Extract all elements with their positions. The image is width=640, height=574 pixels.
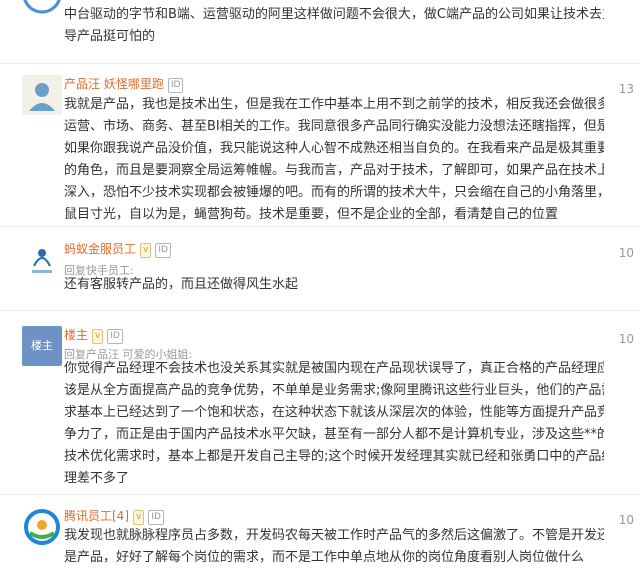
avatar[interactable]	[22, 240, 62, 280]
avatar-icon	[23, 0, 61, 14]
avatar[interactable]: 楼主	[22, 326, 62, 366]
level-badge: v	[133, 510, 145, 525]
author-name[interactable]: 产品汪 妖怪哪里跑	[64, 77, 164, 91]
author-name[interactable]: 蚂蚁金服员工	[64, 242, 136, 256]
comment-text: 中台驱动的字节和B端、运营驱动的阿里这样做问题不会很大，做C端产品的公司如果让技…	[64, 7, 604, 44]
id-badge: ID	[167, 78, 184, 93]
id-badge: ID	[155, 243, 171, 258]
id-badge: ID	[107, 329, 123, 344]
comment-text: 你觉得产品经理不会技术也没关系其实就是被国内现在产品现状误导了，真正合格的产品经…	[64, 361, 604, 486]
like-count[interactable]: 10	[619, 332, 634, 346]
divider	[0, 63, 640, 64]
avatar[interactable]	[22, 0, 62, 14]
id-badge: ID	[148, 510, 164, 525]
tencent-logo-icon	[24, 509, 60, 545]
avatar-label: 楼主	[31, 339, 53, 352]
like-count[interactable]: 10	[619, 513, 634, 527]
comment-author[interactable]: 腾讯员工[4] v ID	[64, 507, 164, 525]
comment-author[interactable]: 楼主 v ID	[64, 326, 123, 344]
like-count[interactable]: 10	[619, 246, 634, 260]
level-badge: v	[140, 243, 152, 258]
author-name[interactable]: 楼主	[64, 328, 88, 342]
user-icon	[29, 83, 55, 111]
ant-logo-icon	[32, 249, 52, 273]
divider	[0, 310, 640, 311]
comment-text: 还有客服转产品的，而且还做得风生水起	[64, 277, 299, 292]
divider	[0, 226, 640, 227]
avatar[interactable]	[22, 507, 62, 547]
comment-text: 我就是产品，我也是技术出生，但是我在工作中基本上用不到之前学的技术，相反我还会做…	[64, 97, 604, 222]
divider	[0, 494, 640, 495]
author-name[interactable]: 腾讯员工[4]	[64, 509, 129, 523]
comment-author[interactable]: 蚂蚁金服员工 v ID	[64, 240, 171, 258]
comment-author[interactable]: 产品汪 妖怪哪里跑 ID	[64, 75, 184, 93]
avatar[interactable]	[22, 75, 62, 115]
like-count[interactable]: 13	[619, 82, 634, 96]
comment-text: 我发现也就脉脉程序员占多数，开发码农每天被工作时产品气的多然后这偏激了。不管是开…	[64, 528, 604, 565]
level-badge: v	[92, 329, 104, 344]
